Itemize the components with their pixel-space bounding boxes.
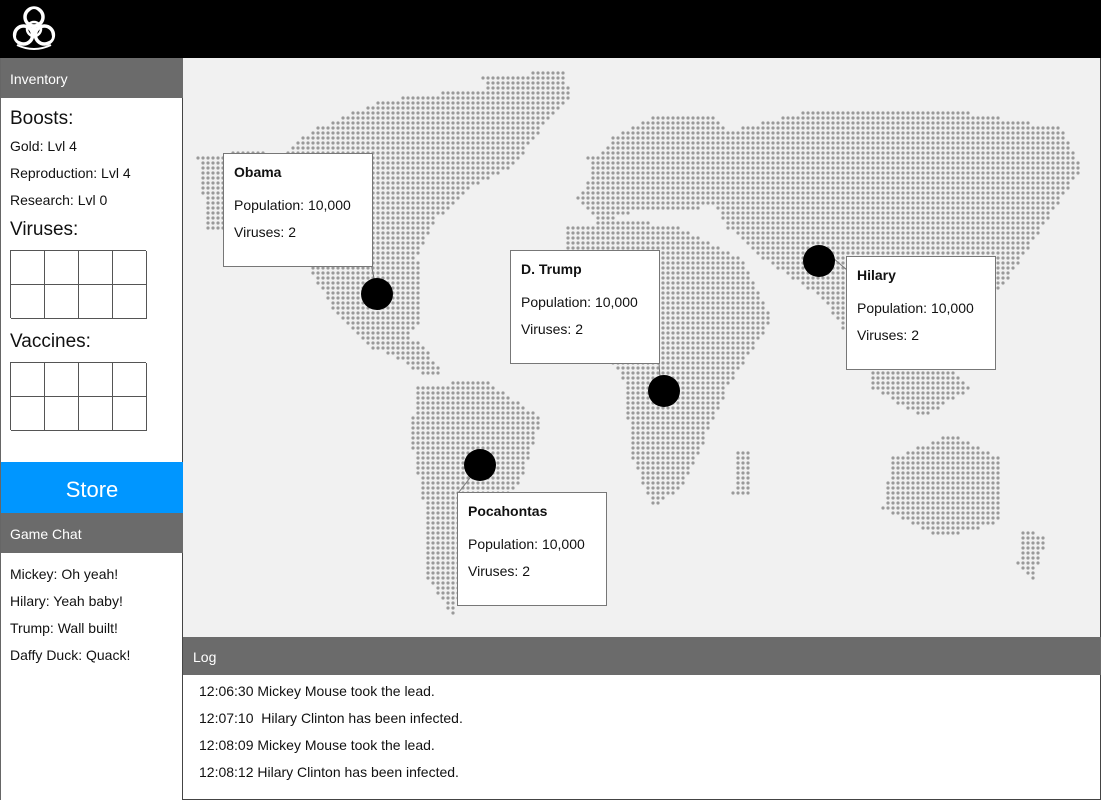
viruses-title: Viruses:	[10, 219, 79, 240]
player-viruses: Viruses: 2	[521, 321, 583, 337]
virus-slot[interactable]	[11, 285, 45, 319]
vaccine-slot[interactable]	[11, 363, 45, 397]
virus-slot[interactable]	[79, 251, 113, 285]
virus-slot[interactable]	[79, 285, 113, 319]
virus-slot[interactable]	[113, 251, 147, 285]
log-entry: 12:07:10 Hilary Clinton has been infecte…	[199, 710, 463, 726]
log-header: Log	[183, 637, 1101, 675]
player-population: Population: 10,000	[857, 300, 974, 316]
player-card-trump[interactable]: D. Trump Population: 10,000 Viruses: 2	[510, 250, 660, 364]
left-sidebar: Inventory Boosts: Gold: Lvl 4 Reproducti…	[0, 58, 183, 800]
biohazard-icon	[12, 6, 56, 50]
boosts-title: Boosts:	[10, 108, 74, 129]
log-panel[interactable]: 12:06:30 Mickey Mouse took the lead. 12:…	[183, 675, 1101, 800]
player-marker-obama[interactable]	[361, 278, 393, 310]
player-population: Population: 10,000	[468, 536, 585, 552]
player-marker-trump[interactable]	[648, 375, 680, 407]
virus-slot[interactable]	[45, 251, 79, 285]
vaccine-slot[interactable]	[45, 363, 79, 397]
vaccine-slot[interactable]	[79, 363, 113, 397]
virus-slot[interactable]	[113, 285, 147, 319]
log-entry: 12:08:12 Hilary Clinton has been infecte…	[199, 764, 459, 780]
player-population: Population: 10,000	[521, 294, 638, 310]
log-entry: 12:06:30 Mickey Mouse took the lead.	[199, 683, 435, 699]
vaccine-slot[interactable]	[11, 397, 45, 431]
player-card-obama[interactable]: Obama Population: 10,000 Viruses: 2	[223, 153, 373, 267]
boost-gold: Gold: Lvl 4	[10, 138, 77, 154]
vaccine-slot[interactable]	[79, 397, 113, 431]
player-viruses: Viruses: 2	[857, 327, 919, 343]
chat-message: Daffy Duck: Quack!	[10, 647, 131, 663]
player-viruses: Viruses: 2	[468, 563, 530, 579]
player-name: D. Trump	[521, 261, 582, 277]
virus-slot[interactable]	[11, 251, 45, 285]
player-card-pocahontas[interactable]: Pocahontas Population: 10,000 Viruses: 2	[457, 492, 607, 606]
player-population: Population: 10,000	[234, 197, 351, 213]
boost-research: Research: Lvl 0	[10, 192, 108, 208]
world-map[interactable]: Obama Population: 10,000 Viruses: 2 D. T…	[183, 58, 1101, 637]
vaccine-slot[interactable]	[45, 397, 79, 431]
log-entry: 12:08:09 Mickey Mouse took the lead.	[199, 737, 435, 753]
store-button[interactable]: Store	[1, 462, 183, 513]
virus-slots	[10, 250, 147, 319]
game-chat-header: Game Chat	[1, 513, 183, 553]
vaccine-slot[interactable]	[113, 397, 147, 431]
boost-reproduction: Reproduction: Lvl 4	[10, 165, 131, 181]
player-viruses: Viruses: 2	[234, 224, 296, 240]
player-card-hilary[interactable]: Hilary Population: 10,000 Viruses: 2	[846, 256, 996, 370]
player-marker-pocahontas[interactable]	[464, 449, 496, 481]
player-name: Obama	[234, 164, 282, 180]
vaccine-slot[interactable]	[113, 363, 147, 397]
virus-slot[interactable]	[45, 285, 79, 319]
vaccine-slots	[10, 362, 147, 431]
player-marker-hilary[interactable]	[803, 245, 835, 277]
inventory-header: Inventory	[1, 58, 183, 98]
chat-message: Mickey: Oh yeah!	[10, 566, 119, 582]
player-name: Hilary	[857, 267, 896, 283]
player-name: Pocahontas	[468, 503, 548, 519]
top-bar	[0, 0, 1101, 58]
vaccines-title: Vaccines:	[10, 331, 91, 352]
chat-message: Hilary: Yeah baby!	[10, 593, 123, 609]
chat-message: Trump: Wall built!	[10, 620, 118, 636]
